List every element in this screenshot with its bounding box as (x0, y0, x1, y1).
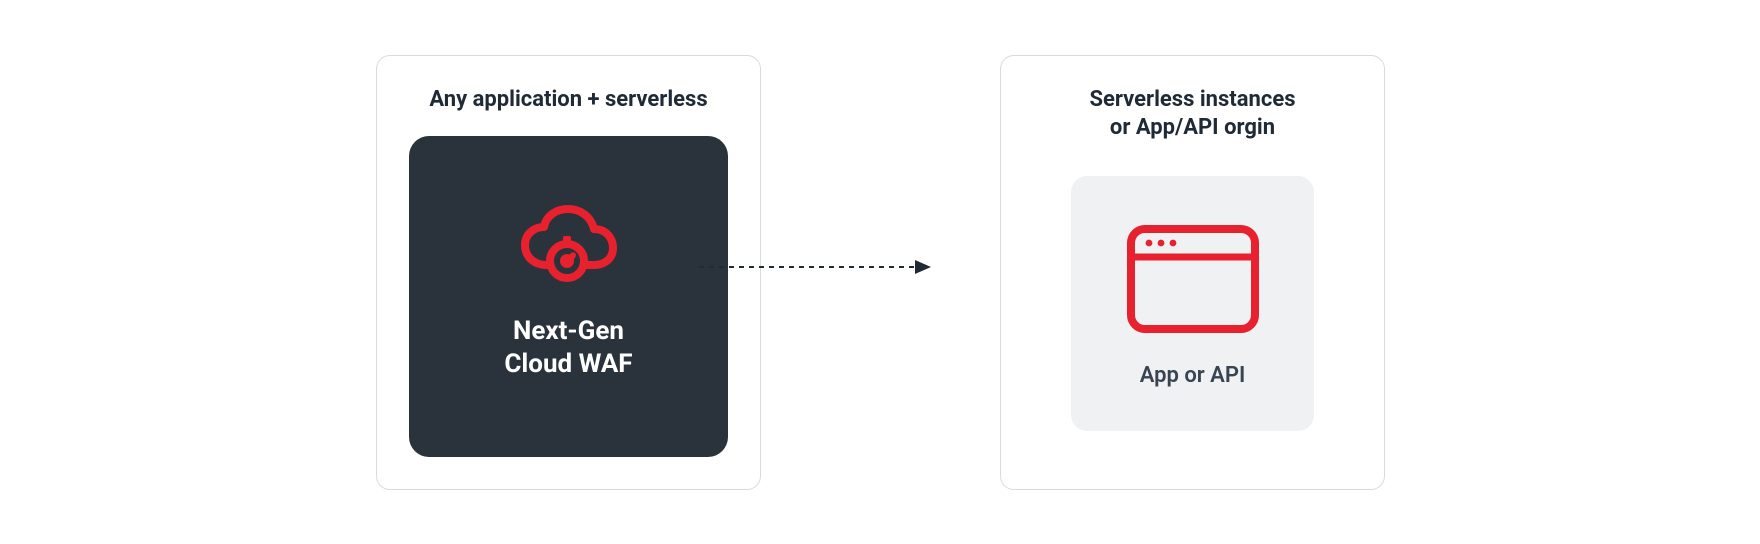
panel-title-left-text: Any application + serverless (377, 86, 760, 114)
panel-serverless-instances: Serverless instances or App/API orgin Ap… (1000, 55, 1385, 490)
panel-title-right: Serverless instances or App/API orgin (1001, 86, 1384, 141)
card-label-app-api: App or API (1140, 363, 1246, 388)
card-label-line2: Cloud WAF (504, 349, 632, 379)
diagram-canvas: Any application + serverless Next-Gen (0, 0, 1760, 544)
card-label-cloud-waf: Next-Gen Cloud WAF (504, 315, 632, 380)
card-next-gen-cloud-waf: Next-Gen Cloud WAF (409, 136, 728, 457)
dashed-arrow-right (697, 257, 933, 277)
panel-title-left: Any application + serverless (377, 86, 760, 114)
panel-title-right-line2: or App/API orgin (1001, 114, 1384, 142)
app-window-icon (1123, 219, 1263, 343)
panel-title-right-line1: Serverless instances (1001, 86, 1384, 114)
cloud-waf-icon (514, 203, 624, 291)
card-app-or-api: App or API (1071, 176, 1314, 431)
card-label-line1: Next-Gen (513, 316, 624, 346)
